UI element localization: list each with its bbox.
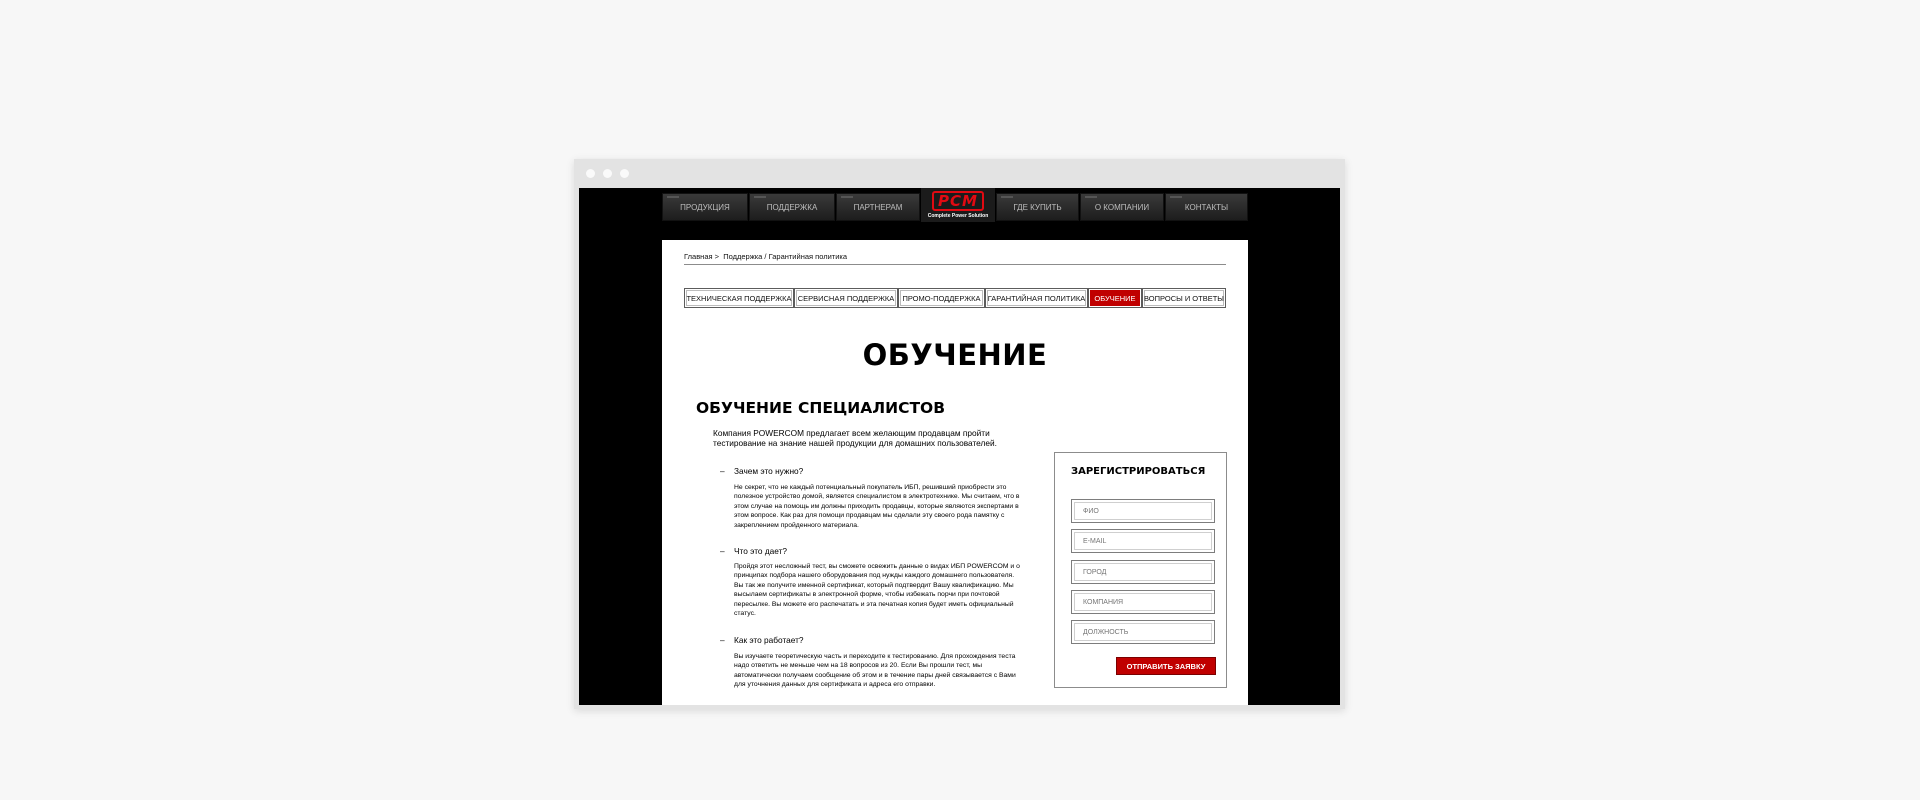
page-title: ОБУЧЕНИЕ [862, 338, 1048, 372]
faq-answer: Не секрет, что не каждый потенциальный п… [734, 484, 1020, 529]
tab-label: ОБУЧЕНИЕ [1094, 293, 1136, 303]
faq-answer: Пройдя этот несложный тест, вы сможете о… [734, 563, 1020, 618]
web-page: ПРОДУКЦИЯ ПОДДЕРЖКА ПАРТНЕРАМ PCM Comple… [579, 188, 1340, 705]
dash-icon: – [720, 546, 725, 556]
dash-icon: – [720, 635, 725, 645]
nav-item-partners[interactable]: ПАРТНЕРАМ [836, 193, 920, 221]
tab-technical-support[interactable]: ТЕХНИЧЕСКАЯ ПОДДЕРЖКА [684, 288, 794, 308]
nav-item-where-to-buy[interactable]: ГДЕ КУПИТЬ [996, 193, 1079, 221]
logo-mark: PCM [932, 191, 984, 211]
registration-form: ЗАРЕГИСТРИРОВАТЬСЯ ОТПРАВИТЬ ЗАЯВКУ [1054, 452, 1227, 688]
logo-tagline: Complete Power Solution [927, 213, 989, 219]
city-field[interactable] [1071, 560, 1215, 584]
email-field[interactable] [1071, 529, 1215, 553]
full-name-field[interactable] [1071, 499, 1215, 523]
nav-item-label: ПРОДУКЦИЯ [680, 202, 730, 212]
faq-question-text: Что это дает? [734, 546, 788, 556]
divider [684, 264, 1226, 265]
tab-label: ГАРАНТИЙНАЯ ПОЛИТИКА [987, 293, 1086, 303]
faq-question-text: Зачем это нужно? [734, 466, 804, 476]
nav-item-label: КОНТАКТЫ [1184, 202, 1229, 212]
form-title: ЗАРЕГИСТРИРОВАТЬСЯ [1071, 466, 1206, 477]
intro-text: Компания POWERCOM предлагает всем желающ… [713, 428, 997, 448]
dash-icon: – [720, 466, 725, 476]
window-dot-icon[interactable] [586, 169, 595, 178]
tab-promo-support[interactable]: ПРОМО-ПОДДЕРЖКА [898, 288, 985, 308]
tab-faq[interactable]: ВОПРОСЫ И ОТВЕТЫ [1142, 288, 1226, 308]
faq-question-text: Как это работает? [734, 635, 804, 645]
tab-label: ТЕХНИЧЕСКАЯ ПОДДЕРЖКА [686, 293, 792, 303]
nav-item-label: ПОДДЕРЖКА [766, 202, 818, 212]
breadcrumb-trail[interactable]: Поддержка / Гарантийная политика [723, 252, 847, 261]
breadcrumb: Главная > Поддержка / Гарантийная полити… [684, 252, 847, 261]
tab-label: ВОПРОСЫ И ОТВЕТЫ [1144, 293, 1224, 303]
main-navigation: ПРОДУКЦИЯ ПОДДЕРЖКА ПАРТНЕРАМ PCM Comple… [662, 188, 1248, 222]
section-title: ОБУЧЕНИЕ СПЕЦИАЛИСТОВ [696, 399, 946, 417]
nav-item-label: О КОМПАНИИ [1094, 202, 1150, 212]
nav-item-contacts[interactable]: КОНТАКТЫ [1165, 193, 1248, 221]
breadcrumb-separator: > [714, 252, 720, 261]
window-dot-icon[interactable] [603, 169, 612, 178]
tab-service-support[interactable]: СЕРВИСНАЯ ПОДДЕРЖКА [794, 288, 898, 308]
browser-titlebar [574, 159, 1345, 188]
tab-label: СЕРВИСНАЯ ПОДДЕРЖКА [797, 293, 895, 303]
nav-item-products[interactable]: ПРОДУКЦИЯ [662, 193, 748, 221]
faq-answer: Вы изучаете теоретическую часть и перехо… [734, 653, 1016, 689]
breadcrumb-home-link[interactable]: Главная [684, 252, 713, 261]
tab-label: ПРОМО-ПОДДЕРЖКА [902, 293, 981, 303]
nav-item-support[interactable]: ПОДДЕРЖКА [749, 193, 835, 221]
position-field[interactable] [1071, 620, 1215, 644]
content-panel: Главная > Поддержка / Гарантийная полити… [662, 240, 1248, 705]
nav-item-about[interactable]: О КОМПАНИИ [1080, 193, 1164, 221]
company-field[interactable] [1071, 590, 1215, 614]
submit-button[interactable]: ОТПРАВИТЬ ЗАЯВКУ [1116, 657, 1216, 675]
nav-item-label: ПАРТНЕРАМ [853, 202, 903, 212]
browser-window: ПРОДУКЦИЯ ПОДДЕРЖКА ПАРТНЕРАМ PCM Comple… [574, 159, 1345, 709]
nav-item-label: ГДЕ КУПИТЬ [1013, 202, 1062, 212]
tab-warranty-policy[interactable]: ГАРАНТИЙНАЯ ПОЛИТИКА [985, 288, 1088, 308]
window-dot-icon[interactable] [620, 169, 629, 178]
logo[interactable]: PCM Complete Power Solution [921, 188, 995, 222]
tab-training[interactable]: ОБУЧЕНИЕ [1088, 288, 1142, 308]
